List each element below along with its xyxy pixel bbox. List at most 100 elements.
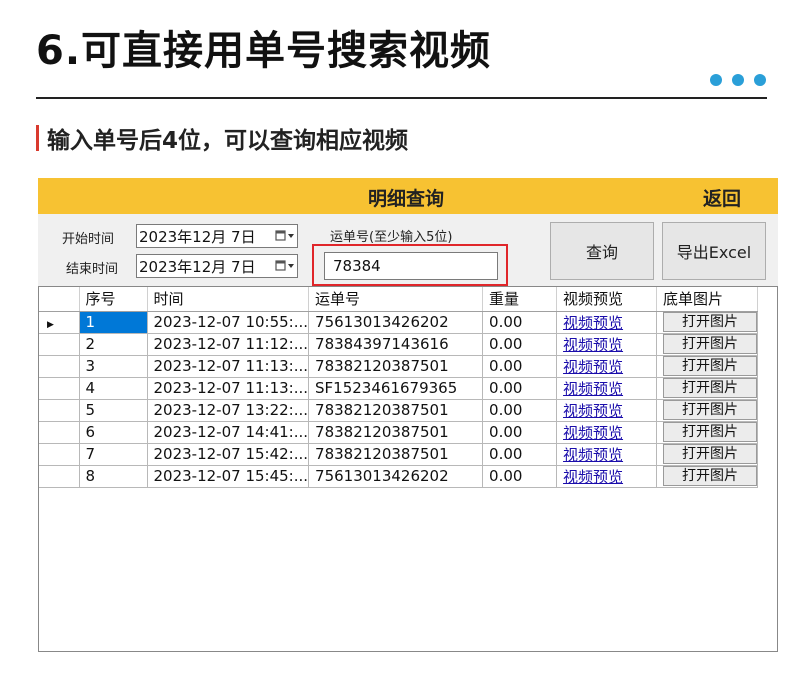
query-button[interactable]: 查询 (550, 222, 654, 280)
calendar-dropdown-icon[interactable] (275, 256, 295, 276)
table-row[interactable]: 8 2023-12-07 15:45:... 75613013426202 0.… (39, 464, 759, 488)
input-highlight-box (312, 244, 508, 286)
cell-image: 打开图片 (656, 464, 759, 488)
open-image-button[interactable]: 打开图片 (663, 312, 757, 332)
cell-weight[interactable]: 0.00 (482, 442, 558, 466)
cell-image: 打开图片 (656, 376, 759, 400)
row-header[interactable] (39, 442, 80, 466)
row-header[interactable]: ▶ (39, 310, 80, 334)
table-row[interactable]: 4 2023-12-07 11:13:... SF1523461679365 0… (39, 376, 759, 400)
cell-waybill[interactable]: 78384397143616 (308, 332, 484, 356)
cell-preview: 视频预览 (556, 354, 658, 378)
video-preview-link[interactable]: 视频预览 (563, 314, 623, 332)
open-image-button[interactable]: 打开图片 (663, 400, 757, 420)
cell-time[interactable]: 2023-12-07 15:42:... (146, 442, 310, 466)
back-button[interactable]: 返回 (703, 184, 741, 211)
video-preview-link[interactable]: 视频预览 (563, 424, 623, 442)
cell-waybill[interactable]: 75613013426202 (308, 464, 484, 488)
start-time-label: 开始时间 (62, 232, 115, 247)
cell-image: 打开图片 (656, 442, 759, 466)
cell-preview: 视频预览 (556, 310, 658, 334)
table-row[interactable]: 3 2023-12-07 11:13:... 78382120387501 0.… (39, 354, 759, 378)
cell-no[interactable]: 6 (78, 420, 148, 444)
open-image-button[interactable]: 打开图片 (663, 422, 757, 442)
window-title: 明细查询 (368, 188, 445, 210)
cell-no[interactable]: 2 (78, 332, 148, 356)
results-table: 序号 时间 运单号 重量 视频预览 底单图片 ▶ 1 2023-12-07 10… (39, 287, 759, 488)
row-header[interactable] (39, 420, 80, 444)
cell-waybill[interactable]: 78382120387501 (308, 442, 484, 466)
cell-no[interactable]: 8 (78, 464, 148, 488)
cell-waybill[interactable]: SF1523461679365 (308, 376, 484, 400)
cell-preview: 视频预览 (556, 398, 658, 422)
cell-waybill[interactable]: 78382120387501 (308, 420, 484, 444)
subtitle-text: 输入单号后4位，可以查询相应视频 (47, 128, 409, 154)
end-time-label: 结束时间 (66, 262, 119, 277)
export-excel-button[interactable]: 导出Excel (662, 222, 766, 280)
calendar-dropdown-icon[interactable] (275, 226, 295, 246)
row-header-corner (39, 287, 80, 312)
start-date-value: 2023年12月 7日 (139, 227, 256, 246)
row-header[interactable] (39, 354, 80, 378)
column-header-waybill[interactable]: 运单号 (308, 287, 484, 312)
row-header[interactable] (39, 376, 80, 400)
cell-time[interactable]: 2023-12-07 11:13:... (146, 376, 310, 400)
page-title: 6.可直接用单号搜索视频 (36, 28, 492, 74)
table-row[interactable]: 5 2023-12-07 13:22:... 78382120387501 0.… (39, 398, 759, 422)
cell-time[interactable]: 2023-12-07 10:55:... (146, 310, 310, 334)
cell-no[interactable]: 1 (78, 310, 148, 334)
cell-waybill[interactable]: 78382120387501 (308, 398, 484, 422)
cell-time[interactable]: 2023-12-07 11:12:... (146, 332, 310, 356)
cell-weight[interactable]: 0.00 (482, 420, 558, 444)
cell-weight[interactable]: 0.00 (482, 398, 558, 422)
cell-no[interactable]: 5 (78, 398, 148, 422)
open-image-button[interactable]: 打开图片 (663, 356, 757, 376)
open-image-button[interactable]: 打开图片 (663, 444, 757, 464)
dot-icon (732, 74, 744, 86)
start-date-picker[interactable]: 2023年12月 7日 (136, 224, 298, 248)
column-header-weight[interactable]: 重量 (482, 287, 558, 312)
row-header[interactable] (39, 464, 80, 488)
video-preview-link[interactable]: 视频预览 (563, 446, 623, 464)
cell-no[interactable]: 3 (78, 354, 148, 378)
cell-time[interactable]: 2023-12-07 11:13:... (146, 354, 310, 378)
row-header[interactable] (39, 398, 80, 422)
open-image-button[interactable]: 打开图片 (663, 466, 757, 486)
cell-no[interactable]: 7 (78, 442, 148, 466)
table-row[interactable]: ▶ 1 2023-12-07 10:55:... 75613013426202 … (39, 310, 759, 334)
video-preview-link[interactable]: 视频预览 (563, 336, 623, 354)
video-preview-link[interactable]: 视频预览 (563, 468, 623, 486)
cell-time[interactable]: 2023-12-07 15:45:... (146, 464, 310, 488)
cell-weight[interactable]: 0.00 (482, 354, 558, 378)
cell-time[interactable]: 2023-12-07 14:41:... (146, 420, 310, 444)
open-image-button[interactable]: 打开图片 (663, 378, 757, 398)
end-date-picker[interactable]: 2023年12月 7日 (136, 254, 298, 278)
cell-preview: 视频预览 (556, 442, 658, 466)
cell-image: 打开图片 (656, 354, 759, 378)
column-header-no[interactable]: 序号 (79, 287, 148, 312)
video-preview-link[interactable]: 视频预览 (563, 380, 623, 398)
query-window: 明细查询 返回 开始时间 2023年12月 7日 结束时间 2023年12月 7… (38, 178, 778, 652)
cell-weight[interactable]: 0.00 (482, 464, 558, 488)
cell-time[interactable]: 2023-12-07 13:22:... (146, 398, 310, 422)
results-grid[interactable]: 序号 时间 运单号 重量 视频预览 底单图片 ▶ 1 2023-12-07 10… (38, 286, 778, 652)
column-header-receipt-image[interactable]: 底单图片 (656, 287, 759, 312)
column-header-video-preview[interactable]: 视频预览 (556, 287, 658, 312)
table-row[interactable]: 7 2023-12-07 15:42:... 78382120387501 0.… (39, 442, 759, 466)
cell-waybill[interactable]: 78382120387501 (308, 354, 484, 378)
table-row[interactable]: 2 2023-12-07 11:12:... 78384397143616 0.… (39, 332, 759, 356)
cell-weight[interactable]: 0.00 (482, 310, 558, 334)
row-header[interactable] (39, 332, 80, 356)
cell-no[interactable]: 4 (78, 376, 148, 400)
subtitle: 输入单号后4位，可以查询相应视频 (36, 121, 408, 155)
video-preview-link[interactable]: 视频预览 (563, 358, 623, 376)
column-header-time[interactable]: 时间 (147, 287, 310, 312)
cell-preview: 视频预览 (556, 420, 658, 444)
video-preview-link[interactable]: 视频预览 (563, 402, 623, 420)
cell-waybill[interactable]: 75613013426202 (308, 310, 484, 334)
waybill-label: 运单号(至少输入5位) (330, 230, 453, 245)
cell-weight[interactable]: 0.00 (482, 376, 558, 400)
table-row[interactable]: 6 2023-12-07 14:41:... 78382120387501 0.… (39, 420, 759, 444)
cell-weight[interactable]: 0.00 (482, 332, 558, 356)
open-image-button[interactable]: 打开图片 (663, 334, 757, 354)
